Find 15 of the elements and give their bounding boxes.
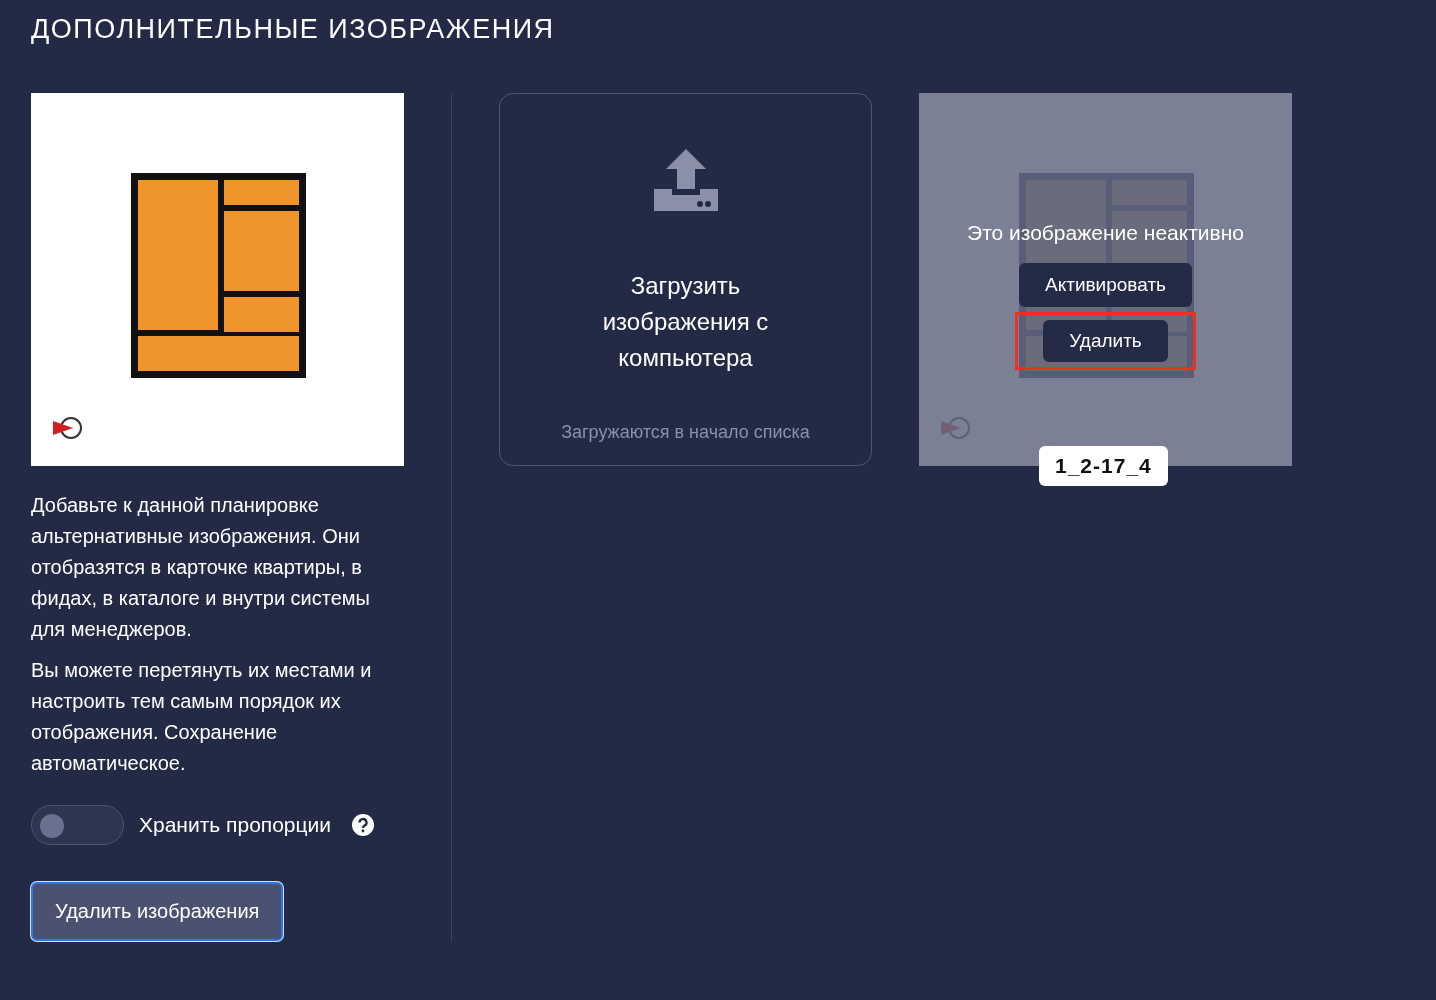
upload-hint: Загружаются в начало списка — [561, 422, 810, 443]
description-text: Вы можете перетянуть их местами и настроить тем самым порядок их отображения. Сохранение автоматическое. — [31, 658, 373, 776]
upload-title: Загрузить изображения с компьютера — [601, 271, 770, 373]
delete-button[interactable]: Удалить — [1043, 320, 1168, 362]
delete-images-button[interactable]: Удалить изображения — [31, 882, 284, 941]
upload-dropzone[interactable]: Загрузить изображения с компьютера Загружаются в начало списка — [499, 93, 872, 466]
upload-icon — [653, 149, 718, 213]
description-text: Добавьте к данной планировке альтернативные изображения. Они отобразятся в карточке квартиры, в фидах, в каталоге и внутри системы для менеджеров. — [31, 493, 371, 642]
inactive-notice: Это изображение неактивно — [967, 221, 1244, 245]
help-icon[interactable] — [352, 814, 375, 836]
activate-button[interactable]: Активировать — [1019, 263, 1192, 307]
section-title: ДОПОЛНИТЕЛЬНЫЕ ИЗОБРАЖЕНИЯ — [31, 14, 555, 45]
toggle-label: Хранить пропорции — [139, 813, 332, 837]
proportions-toggle[interactable] — [31, 805, 124, 845]
image-caption: 1_2-17_4 — [1039, 446, 1168, 486]
